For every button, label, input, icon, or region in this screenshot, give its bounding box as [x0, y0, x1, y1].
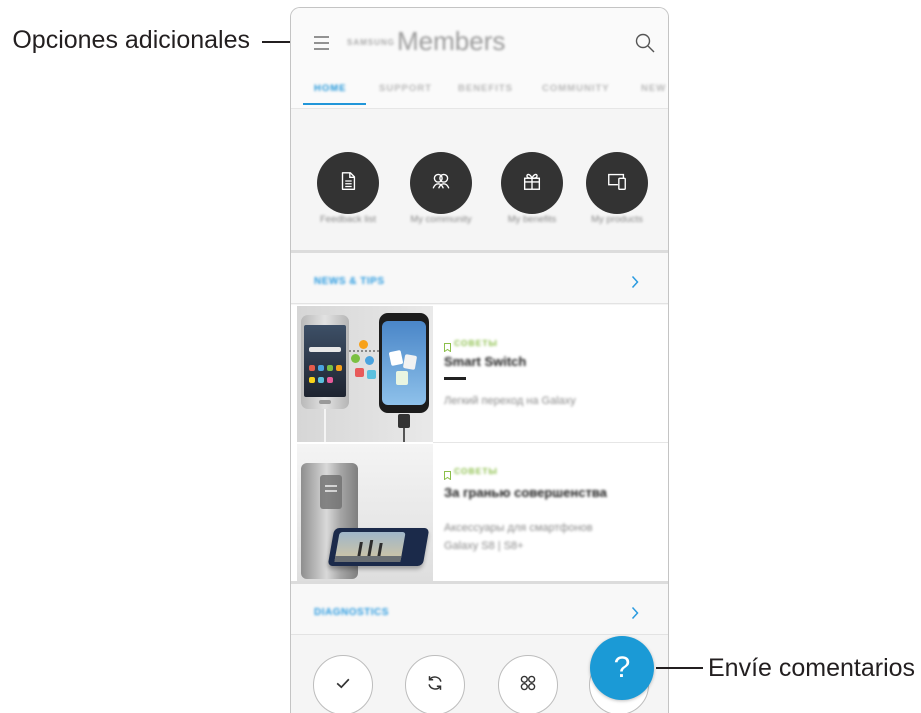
transfer-item [351, 354, 360, 363]
app-dot [318, 377, 324, 383]
tab-home[interactable]: HOME [314, 83, 347, 94]
quick-links: Feedback list My community My benefits M… [291, 109, 668, 250]
sync-button[interactable] [405, 655, 465, 713]
smart-switch-phones-image [297, 306, 433, 442]
app-dot [309, 377, 315, 383]
phone-screen: SAMSUNG Members HOME SUPPORT BENEFITS CO… [290, 7, 669, 713]
news-tips-title: NEWS & TIPS [314, 276, 385, 287]
card-graphic [402, 354, 418, 370]
transfer-item [367, 370, 376, 379]
callout-more-options: Opciones adicionales [12, 26, 250, 54]
bookmark-icon [444, 467, 451, 481]
devices-icon [606, 170, 628, 197]
hamburger-icon[interactable] [313, 35, 330, 51]
sync-icon [424, 672, 446, 699]
send-feedback-fab[interactable]: ? [590, 636, 654, 700]
lying-phone-graphic [327, 528, 430, 566]
news-card-smart-switch[interactable]: СОВЕТЫ Smart Switch Легкий переход на Ga… [291, 305, 668, 442]
ground-graphic [334, 556, 402, 562]
old-phone-screen [304, 325, 346, 397]
cable-graphic [324, 409, 326, 442]
my-community-label: My community [410, 214, 472, 225]
title-underline [444, 377, 466, 380]
card-graphic [388, 349, 404, 367]
tab-news[interactable]: NEW [641, 83, 666, 94]
cover-window-graphic [320, 475, 342, 509]
bookmark-icon [444, 339, 451, 353]
gift-icon [521, 170, 543, 197]
app-dot [327, 365, 333, 371]
card-subtitle: Аксессуары для смартфонов [444, 522, 593, 534]
clock-line [325, 490, 337, 492]
community-icon [430, 170, 452, 197]
usb-adapter-graphic [398, 414, 410, 428]
diagnostics-title: DIAGNOSTICS [314, 607, 389, 618]
my-benefits-button[interactable] [501, 152, 563, 214]
tab-bar: HOME SUPPORT BENEFITS COMMUNITY NEW [291, 74, 668, 109]
tab-community[interactable]: COMMUNITY [542, 83, 610, 94]
feedback-list-label: Feedback list [320, 214, 376, 225]
chevron-right-icon[interactable] [631, 275, 639, 289]
app-dot [327, 377, 333, 383]
chevron-right-icon[interactable] [631, 606, 639, 620]
app-dot [309, 365, 315, 371]
document-icon [337, 170, 359, 197]
my-products-label: My products [591, 214, 643, 225]
transfer-item [359, 340, 368, 349]
transfer-item [365, 356, 374, 365]
card-tag: СОВЕТЫ [454, 466, 498, 476]
card-title: Smart Switch [444, 354, 527, 369]
active-tab-indicator [303, 103, 366, 105]
app-title: Members [397, 26, 506, 56]
check-icon [333, 673, 353, 698]
app-header: SAMSUNG Members [291, 8, 668, 74]
tab-support[interactable]: SUPPORT [379, 83, 432, 94]
feedback-list-button[interactable] [317, 152, 379, 214]
card-subtitle: Легкий переход на Galaxy [444, 395, 576, 407]
search-icon[interactable] [634, 32, 656, 54]
lying-phone-screen [334, 532, 406, 562]
apps-icon [517, 672, 539, 699]
news-cards: СОВЕТЫ Smart Switch Легкий переход на Ga… [291, 305, 668, 581]
card-title: За гранью совершенства [444, 485, 607, 500]
transfer-arrow-graphic [349, 350, 379, 352]
clear-view-cover-image [297, 444, 433, 581]
card-graphic [396, 371, 408, 385]
app-brand: SAMSUNG [347, 38, 395, 47]
callout-send-feedback: Envíe comentarios [708, 654, 916, 682]
old-phone-graphic [301, 315, 349, 409]
callout-line-right [656, 667, 703, 669]
app-dot [336, 365, 342, 371]
tab-benefits[interactable]: BENEFITS [458, 83, 513, 94]
home-button-graphic [319, 400, 331, 404]
new-phone-graphic [379, 313, 429, 413]
transfer-item [355, 368, 364, 377]
apps-button[interactable] [498, 655, 558, 713]
check-button[interactable] [313, 655, 373, 713]
new-phone-screen [382, 321, 426, 405]
card-tag: СОВЕТЫ [454, 338, 498, 348]
app-dot [318, 365, 324, 371]
news-card-accessories[interactable]: СОВЕТЫ За гранью совершенства Аксессуары… [291, 443, 668, 581]
my-community-button[interactable] [410, 152, 472, 214]
adapter-cable-graphic [403, 428, 405, 442]
card-subtitle: Galaxy S8 | S8+ [444, 540, 524, 552]
my-products-button[interactable] [586, 152, 648, 214]
news-tips-header[interactable]: NEWS & TIPS [291, 253, 668, 304]
diagnostics-header[interactable]: DIAGNOSTICS [291, 584, 668, 635]
clock-line [325, 485, 337, 487]
search-bar-graphic [309, 347, 341, 352]
my-benefits-label: My benefits [507, 214, 557, 225]
